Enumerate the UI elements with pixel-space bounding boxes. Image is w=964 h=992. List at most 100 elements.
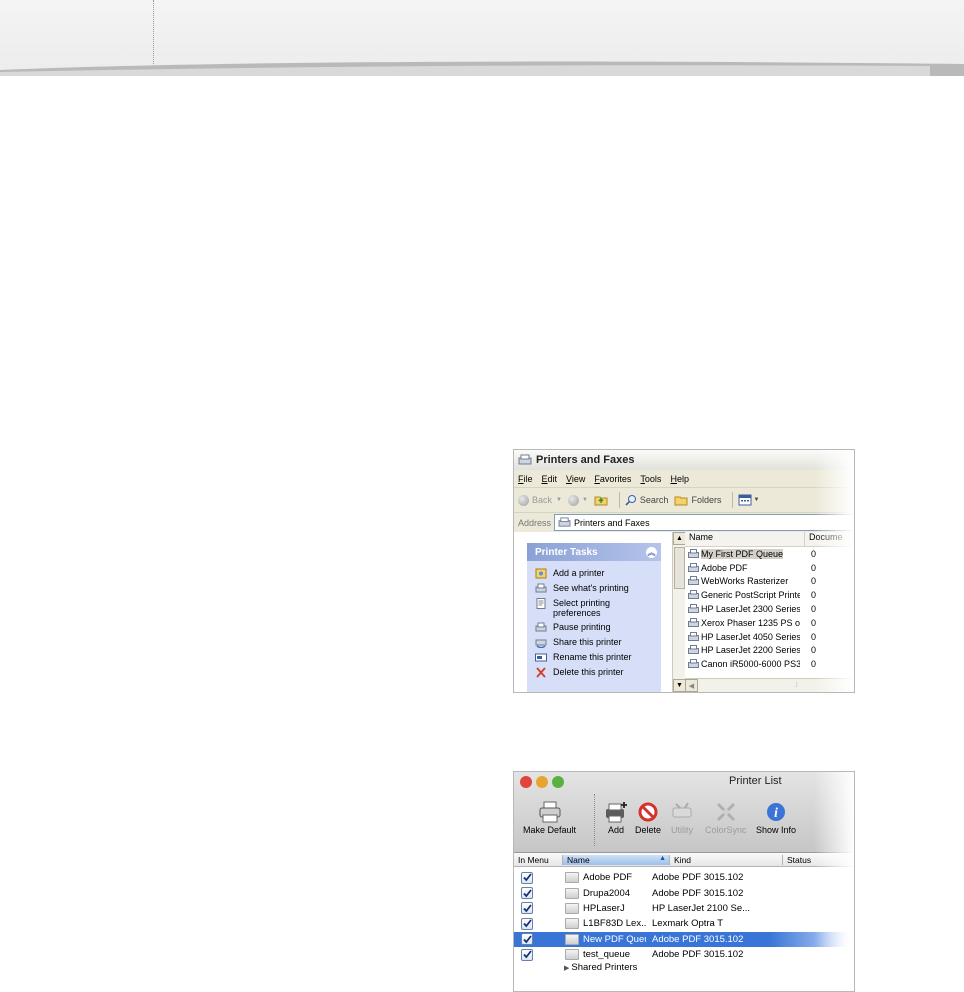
menu-favorites[interactable]: Favorites (594, 474, 631, 484)
printer-row[interactable]: Canon iR5000-6000 PS3... 0 (685, 657, 854, 671)
toolbar: Back ▼ ▼ Search Folders ▼ (514, 488, 854, 513)
printer-row[interactable]: Adobe PDF Adobe PDF 3015.102 (514, 870, 854, 885)
task-pause-printing[interactable]: Pause printing (527, 619, 661, 634)
printer-name-cell: HPLaserJ (549, 902, 646, 914)
column-name[interactable]: Name (685, 532, 805, 546)
printer-row[interactable]: New PDF Queue Adobe PDF 3015.102 (514, 931, 854, 947)
printer-tasks-header[interactable]: Printer Tasks ︽ (527, 543, 661, 561)
printer-name: HP LaserJet 4050 Series... (701, 631, 800, 642)
task-add-printer[interactable]: Add a printer (527, 565, 661, 580)
printer-name: Adobe PDF (583, 872, 633, 884)
address-label: Address (518, 517, 552, 528)
info-icon: i (767, 802, 786, 821)
forward-arrow-icon (567, 494, 579, 506)
column-kind[interactable]: Kind (670, 854, 783, 865)
printer-row[interactable]: L1BF83D Lex... Lexmark Optra T (514, 916, 854, 931)
minimize-button[interactable] (536, 776, 548, 788)
address-field[interactable]: Printers and Faxes (554, 514, 854, 531)
printer-row[interactable]: HPLaserJ HP LaserJet 2100 Se... (514, 901, 854, 916)
printer-icon (565, 872, 579, 884)
toolbar-separator (594, 794, 595, 846)
rename-icon (535, 653, 547, 662)
printer-kind: Lexmark Optra T (652, 918, 724, 930)
forward-button[interactable]: ▼ (567, 494, 588, 506)
in-menu-checkbox[interactable] (521, 948, 533, 961)
forward-dropdown-icon: ▼ (581, 497, 588, 503)
add-button[interactable]: Add (604, 798, 628, 835)
printer-row[interactable]: HP LaserJet 2300 Series... 0 (685, 602, 854, 616)
task-delete-printer[interactable]: Delete this printer (527, 664, 661, 679)
in-menu-checkbox[interactable] (521, 917, 533, 930)
printer-row[interactable]: test_queue Adobe PDF 3015.102 (514, 947, 854, 962)
printer-icon (688, 548, 699, 558)
checkmark-icon (522, 950, 532, 959)
share-printer-icon (535, 639, 547, 648)
disclosure-triangle-icon[interactable]: ▶ (564, 964, 569, 972)
printer-kind: Adobe PDF 3015.102 (652, 949, 744, 961)
task-rename-printer[interactable]: Rename this printer (527, 649, 661, 664)
printer-folder-icon (518, 454, 532, 465)
horizontal-scrollbar[interactable]: ◀ ⦙ (685, 678, 854, 692)
document-count: 0 (811, 548, 817, 559)
in-menu-checkbox[interactable] (521, 933, 533, 946)
printer-row[interactable]: HP LaserJet 4050 Series... 0 (685, 630, 854, 644)
show-info-button[interactable]: i Show Info (756, 798, 796, 835)
in-menu-checkbox[interactable] (521, 887, 533, 900)
menu-edit[interactable]: Edit (542, 474, 558, 484)
task-share-printer[interactable]: Share this printer (527, 634, 661, 649)
menu-file[interactable]: File (518, 474, 533, 484)
printer-kind: Adobe PDF 3015.102 (652, 872, 744, 884)
in-menu-cell (514, 948, 549, 961)
printer-row[interactable]: Drupa2004 Adobe PDF 3015.102 (514, 885, 854, 900)
zoom-button[interactable] (552, 776, 564, 788)
views-button[interactable]: ▼ (738, 494, 759, 506)
utility-icon (672, 801, 692, 817)
back-button[interactable]: Back ▼ (518, 494, 562, 506)
column-in-menu[interactable]: In Menu (514, 854, 563, 865)
printer-name-cell: WebWorks Rasterizer (685, 576, 800, 586)
scroll-thumb[interactable] (674, 547, 685, 589)
checkmark-icon (522, 935, 532, 944)
printers-and-faxes-window: Printers and Faxes File Edit View Favori… (513, 449, 855, 693)
menu-help[interactable]: Help (670, 474, 689, 484)
document-count: 0 (811, 645, 817, 656)
in-menu-checkbox[interactable] (521, 871, 533, 884)
in-menu-cell (514, 917, 549, 930)
column-name[interactable]: Name ▲ (563, 854, 670, 865)
add-printer-icon (606, 801, 627, 822)
printer-row[interactable]: HP LaserJet 2200 Series... 0 (685, 644, 854, 658)
printer-icon (565, 918, 579, 930)
collapse-chevron-icon[interactable]: ︽ (646, 546, 657, 558)
shared-printers-group[interactable]: ▶ Shared Printers (514, 962, 854, 973)
task-printing-preferences[interactable]: Select printing preferences (527, 595, 661, 619)
utility-button[interactable]: Utility (670, 798, 694, 835)
printer-row[interactable]: WebWorks Rasterizer 0 (685, 575, 854, 589)
search-button[interactable]: Search (625, 494, 668, 506)
close-button[interactable] (520, 776, 532, 788)
printer-icon (688, 590, 699, 600)
printer-row[interactable]: Adobe PDF 0 (685, 561, 854, 575)
folders-button[interactable]: Folders (674, 495, 721, 506)
in-menu-cell (514, 887, 549, 900)
printer-name: Xerox Phaser 1235 PS o... (701, 617, 800, 628)
scroll-left-button[interactable]: ◀ (685, 679, 698, 692)
menu-tools[interactable]: Tools (640, 474, 661, 484)
printer-icon (565, 933, 579, 945)
colorsync-button[interactable]: ColorSync (705, 798, 747, 835)
printer-row[interactable]: My First PDF Queue 0 (685, 547, 854, 561)
printer-row[interactable]: Generic PostScript Printer 0 (685, 588, 854, 602)
preferences-icon (536, 598, 546, 609)
up-folder-button[interactable] (594, 494, 608, 506)
printer-row[interactable]: Xerox Phaser 1235 PS o... 0 (685, 616, 854, 630)
menu-view[interactable]: View (566, 474, 585, 484)
address-value: Printers and Faxes (574, 517, 650, 528)
column-documents[interactable]: Docume (805, 532, 843, 546)
vertical-scrollbar[interactable]: ▲ ▼ (672, 532, 686, 692)
in-menu-checkbox[interactable] (521, 902, 533, 915)
make-default-button[interactable]: Make Default (523, 798, 576, 835)
task-see-printing[interactable]: See what's printing (527, 580, 661, 595)
print-queue-icon (535, 583, 547, 593)
delete-button[interactable]: Delete (635, 798, 661, 835)
column-status[interactable]: Status (783, 855, 811, 865)
printer-list-window: Printer List Make Default Add Delete Uti… (513, 771, 855, 992)
